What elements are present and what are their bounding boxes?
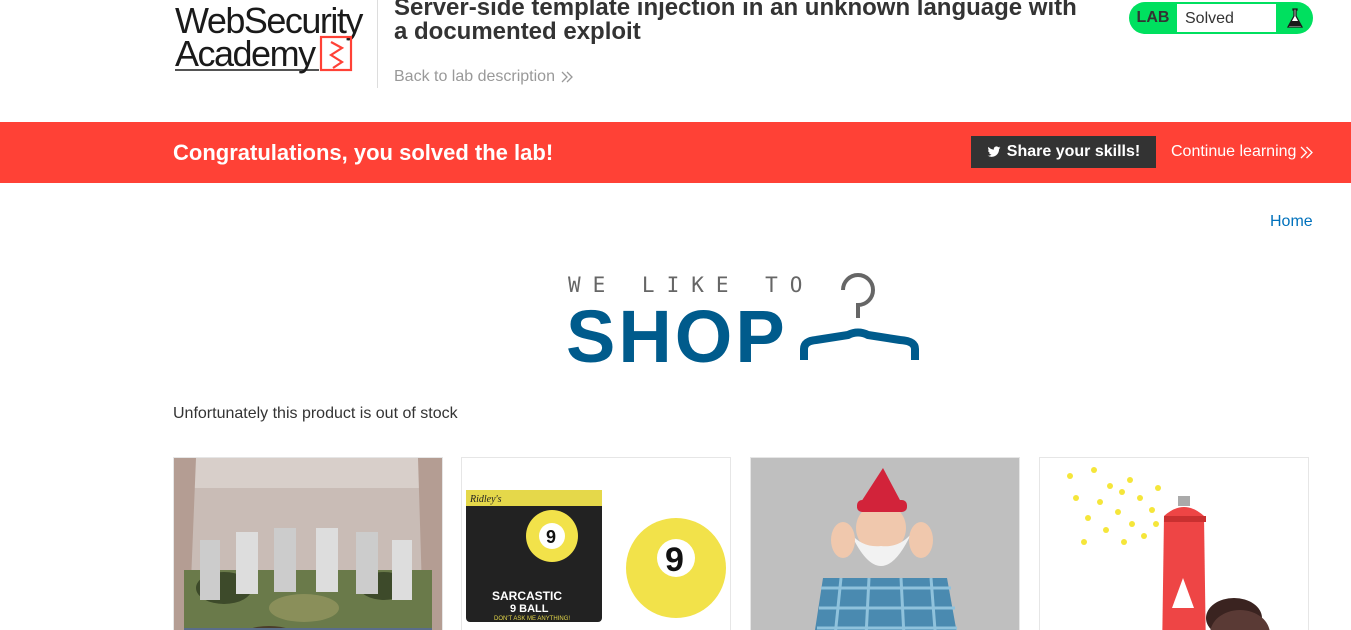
twitter-icon [987,146,1001,157]
lab-title: Server-side template injection in an unk… [394,0,1077,45]
academy-header: WebSecurity Academy Server-side template… [0,0,1351,122]
we-like-to-shop-logo: WE LIKE TO SHOP [566,273,919,368]
beer-belt-image [174,458,442,630]
continue-link-label: Continue learning [1171,143,1297,160]
product-card-spray-can[interactable] [1039,457,1309,630]
product-card-gnome-costume[interactable] [750,457,1020,630]
share-button-label: Share your skills! [1006,143,1141,160]
logo-line2: Academy [175,33,316,74]
congratulations-banner: Congratulations, you solved the lab! Sha… [0,122,1351,183]
shop-word: SHOP [566,295,788,368]
svg-text:9: 9 [665,541,684,579]
flask-icon [1276,2,1313,34]
svg-text:9: 9 [546,527,556,547]
hanger-icon [800,273,919,360]
continue-learning-link[interactable]: Continue learning [1171,143,1314,161]
share-skills-button[interactable]: Share your skills! [971,136,1156,168]
box-product-subname: 9 BALL [510,603,549,615]
product-card-beer-belt[interactable] [173,457,443,630]
lab-status-label: LAB [1136,9,1170,26]
lab-status-widget: LAB Solved [1129,2,1313,34]
box-brand: Ridley's [469,494,502,505]
box-tagline: DON'T ASK ME ANYTHING! [494,616,570,622]
double-chevron-right-icon [561,71,573,83]
spray-can-image [1040,458,1308,630]
sarcastic-9-ball-image: Ridley's 9 SARCASTIC 9 BALL DON'T ASK ME… [462,458,730,630]
out-of-stock-message: Unfortunately this product is out of sto… [173,405,458,422]
banner-message: Congratulations, you solved the lab! [173,140,554,165]
back-to-lab-description-link[interactable]: Back to lab description [394,68,573,86]
back-link-label: Back to lab description [394,68,555,85]
double-chevron-right-icon [1300,146,1314,158]
web-security-academy-logo[interactable]: WebSecurity Academy [173,0,378,76]
lab-status-state: Solved [1177,3,1276,33]
home-link[interactable]: Home [1270,213,1313,231]
header-divider [377,0,378,88]
shop-tagline: WE LIKE TO [568,273,814,297]
box-product-name: SARCASTIC [492,589,562,603]
gnome-costume-image [751,458,1019,630]
product-card-sarcastic-9-ball[interactable]: Ridley's 9 SARCASTIC 9 BALL DON'T ASK ME… [461,457,731,630]
